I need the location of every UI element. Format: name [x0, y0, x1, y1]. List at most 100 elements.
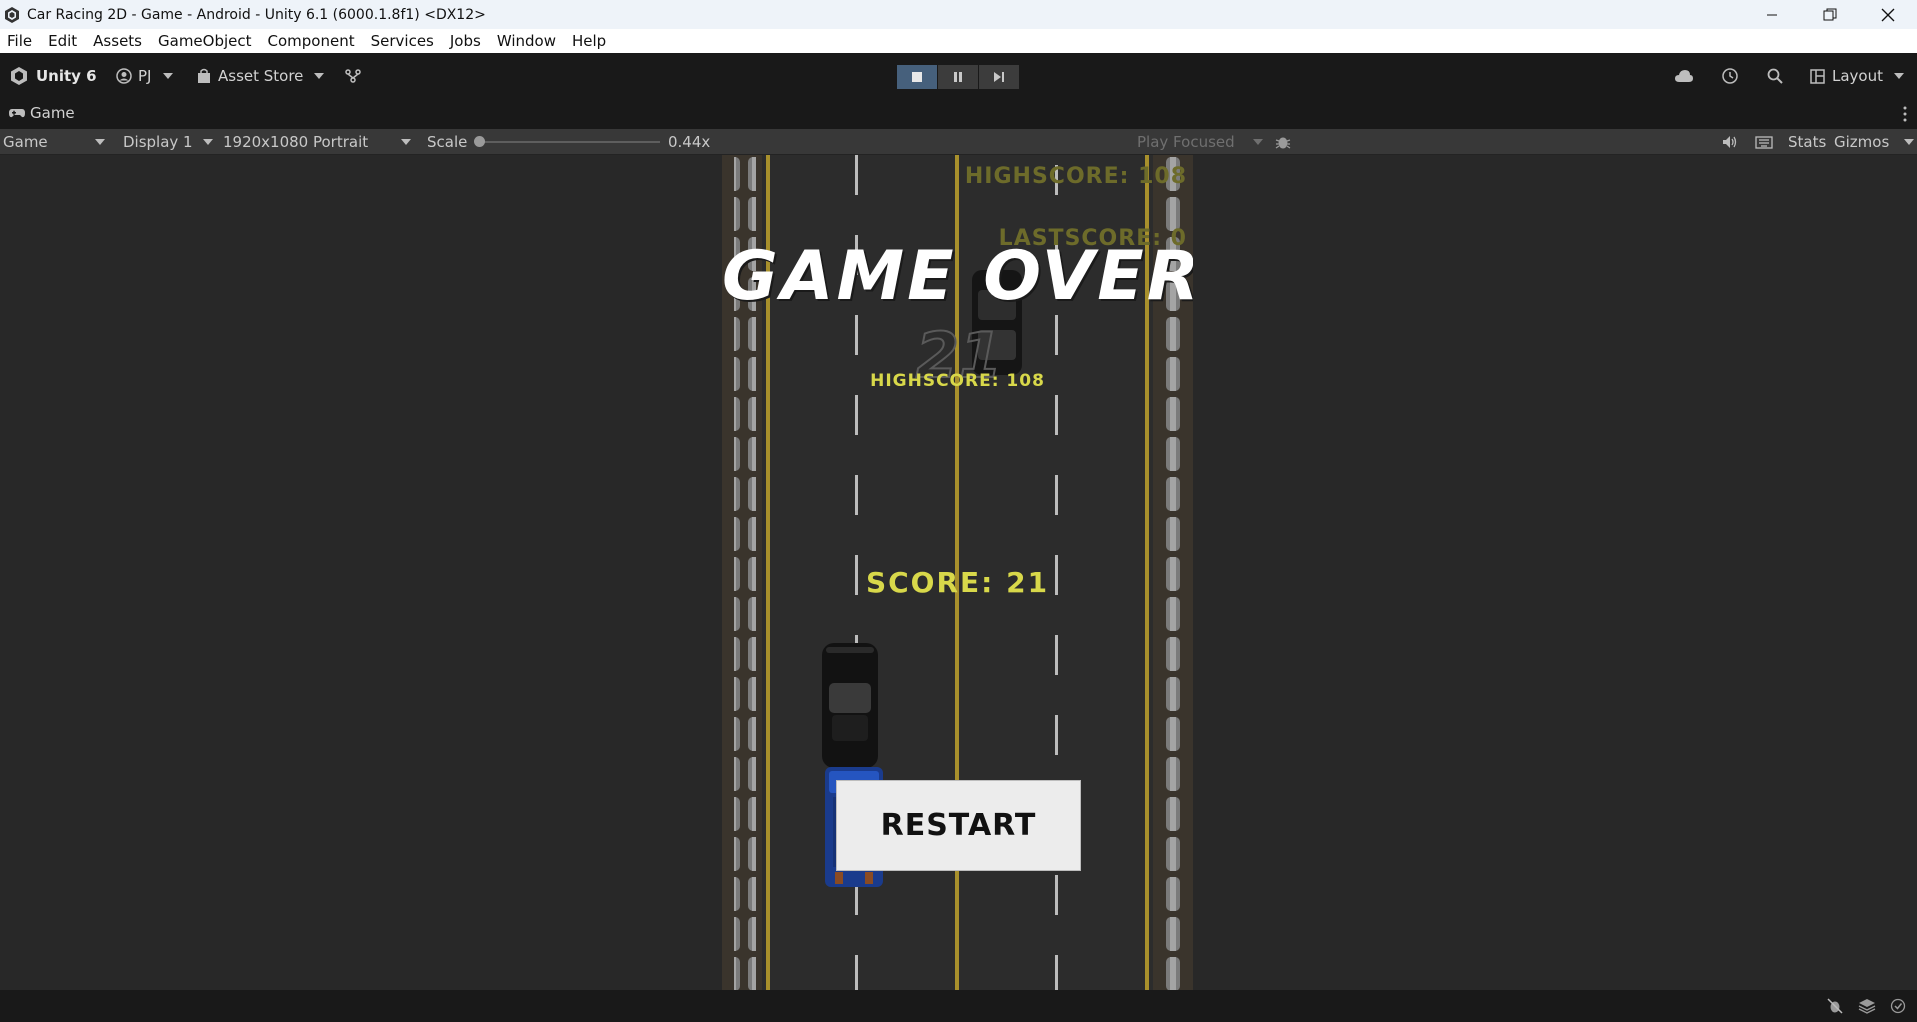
cloud-button[interactable] — [1674, 53, 1694, 99]
game-viewport[interactable]: 21 RESTART HIGHSCORE: 108 LASTSCORE: 0 G… — [722, 155, 1193, 990]
unity-app-icon — [5, 6, 19, 23]
window-title-bar: Car Racing 2D - Game - Android - Unity 6… — [0, 0, 1917, 29]
account-label: PJ — [138, 67, 152, 85]
menu-help[interactable]: Help — [564, 29, 614, 53]
menu-bar: File Edit Assets GameObject Component Se… — [0, 29, 1917, 53]
scale-value: 0.44x — [668, 133, 711, 151]
black-car — [822, 643, 878, 768]
step-icon — [994, 72, 1004, 82]
progress-status-button[interactable] — [1890, 998, 1906, 1018]
gizmos-label: Gizmos — [1834, 133, 1890, 151]
restore-button[interactable] — [1801, 0, 1859, 29]
version-control-icon — [345, 69, 361, 83]
chevron-down-icon — [1894, 73, 1904, 79]
layout-dropdown[interactable]: Layout — [1810, 53, 1904, 99]
play-button[interactable] — [897, 65, 937, 89]
chevron-down-icon — [1253, 139, 1263, 145]
pause-icon — [954, 72, 962, 82]
version-control-button[interactable] — [344, 53, 362, 99]
menu-services[interactable]: Services — [363, 29, 442, 53]
minimize-icon — [1767, 14, 1777, 15]
history-button[interactable] — [1721, 53, 1739, 99]
display-value: Display 1 — [123, 133, 193, 151]
close-button[interactable] — [1859, 0, 1917, 29]
asset-store-dropdown[interactable]: Asset Store — [197, 53, 325, 99]
account-dropdown[interactable]: PJ — [116, 53, 174, 99]
scale-label: Scale — [427, 133, 468, 151]
menu-component[interactable]: Component — [260, 29, 363, 53]
tab-game-label: Game — [30, 104, 75, 122]
tab-options-button[interactable] — [1903, 106, 1907, 126]
play-focus-dropdown[interactable]: Play Focused — [1137, 129, 1265, 155]
gizmos-dropdown[interactable]: Gizmos — [1834, 129, 1914, 155]
scale-slider[interactable] — [474, 129, 664, 155]
menu-file[interactable]: File — [0, 29, 40, 53]
menu-window[interactable]: Window — [489, 29, 564, 53]
scale-slider-thumb[interactable] — [474, 136, 485, 147]
search-button[interactable] — [1767, 53, 1783, 99]
scale-slider-track — [478, 141, 660, 143]
tab-game[interactable]: Game — [8, 104, 75, 122]
shortcuts-button[interactable] — [1755, 129, 1773, 155]
check-circle-icon — [1890, 998, 1906, 1014]
minimize-button[interactable] — [1743, 0, 1801, 29]
hud-highscore: HIGHSCORE: 108 — [964, 164, 1187, 189]
account-icon — [116, 68, 132, 84]
asset-store-label: Asset Store — [218, 67, 304, 85]
chevron-down-icon — [314, 73, 325, 79]
speaker-icon — [1723, 136, 1737, 148]
cache-server-button[interactable] — [1858, 998, 1876, 1018]
kebab-menu-icon — [1903, 106, 1907, 122]
debug-off-button[interactable] — [1826, 998, 1844, 1018]
view-mode-dropdown[interactable]: Game — [3, 129, 109, 155]
bug-off-icon — [1827, 998, 1843, 1014]
menu-assets[interactable]: Assets — [85, 29, 150, 53]
chevron-down-icon — [401, 139, 411, 145]
restart-label: RESTART — [880, 808, 1037, 843]
display-dropdown[interactable]: Display 1 — [123, 129, 213, 155]
restore-icon — [1823, 8, 1837, 20]
stats-button[interactable]: Stats — [1788, 129, 1826, 155]
stack-icon — [1858, 999, 1876, 1014]
bug-button[interactable] — [1275, 129, 1291, 155]
game-over-title: GAME OVER — [722, 237, 1193, 316]
status-bar — [0, 990, 1917, 1022]
history-icon — [1722, 68, 1738, 84]
menu-gameobject[interactable]: GameObject — [150, 29, 260, 53]
bug-icon — [1275, 137, 1291, 149]
game-view-toolbar: Game Display 1 1920x1080 Portrait Scale … — [0, 129, 1917, 155]
game-view: 21 RESTART HIGHSCORE: 108 LASTSCORE: 0 G… — [0, 155, 1917, 990]
search-icon — [1767, 68, 1783, 84]
layout-label: Layout — [1832, 67, 1883, 85]
menu-edit[interactable]: Edit — [40, 29, 85, 53]
playmode-controls — [897, 65, 1020, 89]
cloud-icon — [1675, 70, 1693, 82]
menu-jobs[interactable]: Jobs — [442, 29, 489, 53]
resolution-dropdown[interactable]: 1920x1080 Portrait — [223, 129, 413, 155]
shopping-bag-icon — [198, 68, 210, 83]
main-toolbar: Unity 6 PJ Asset Store Layout — [0, 53, 1917, 99]
chevron-down-icon — [163, 73, 174, 79]
panel-highscore: HIGHSCORE: 108 — [870, 371, 1045, 391]
keyboard-icon — [1755, 135, 1773, 149]
pause-button[interactable] — [938, 65, 978, 89]
chevron-down-icon — [203, 139, 213, 145]
chevron-down-icon — [95, 139, 105, 145]
unity-account-button[interactable]: Unity 6 — [9, 53, 97, 99]
resolution-value: 1920x1080 Portrait — [223, 133, 369, 151]
window-title: Car Racing 2D - Game - Android - Unity 6… — [27, 6, 486, 23]
restart-button[interactable]: RESTART — [836, 780, 1081, 871]
close-icon — [1881, 8, 1895, 21]
score-text: SCORE: 21 — [865, 566, 1050, 599]
chevron-down-icon — [1904, 139, 1914, 145]
unity-logo-icon — [11, 67, 27, 85]
layout-icon — [1810, 68, 1825, 84]
unity-version-label: Unity 6 — [36, 67, 97, 85]
gamepad-icon — [9, 109, 25, 118]
view-mode-value: Game — [3, 133, 48, 151]
stop-icon — [912, 72, 922, 82]
mute-audio-button[interactable] — [1722, 129, 1738, 155]
step-button[interactable] — [979, 65, 1019, 89]
play-focus-value: Play Focused — [1137, 133, 1235, 151]
game-tab-bar: Game — [0, 99, 1917, 129]
